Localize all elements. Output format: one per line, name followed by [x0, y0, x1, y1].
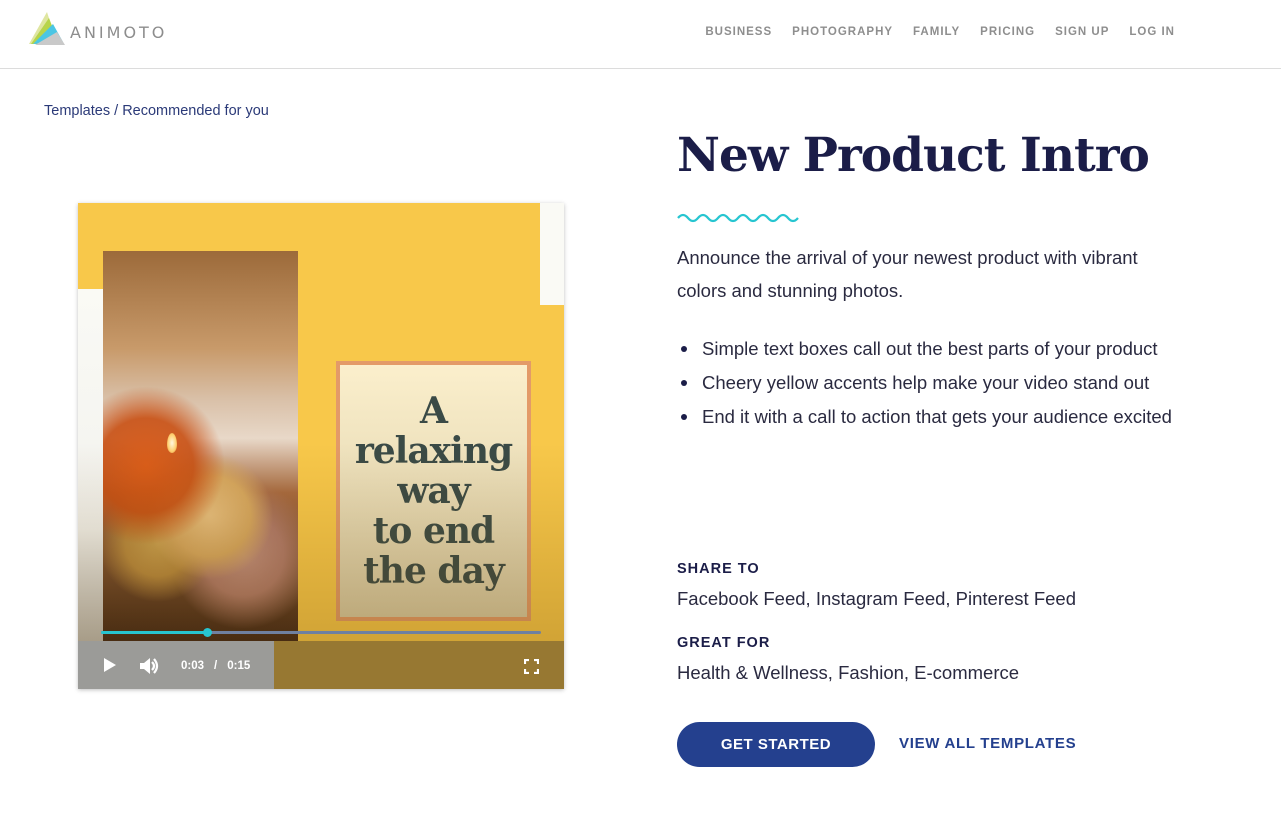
brand-name: ANIMOTO — [70, 22, 168, 42]
progress-knob[interactable] — [202, 628, 212, 637]
share-to-value: Facebook Feed, Instagram Feed, Pinterest… — [677, 588, 1076, 609]
time-separator: / — [214, 660, 218, 672]
animoto-logo-icon — [29, 12, 65, 45]
time-display: 0:03 / 0:15 — [181, 660, 250, 672]
breadcrumb-recommended[interactable]: Recommended for you — [122, 103, 269, 119]
nav-photography[interactable]: PHOTOGRAPHY — [792, 26, 893, 38]
nav-family[interactable]: FAMILY — [913, 26, 960, 38]
video-decor-bar — [78, 289, 104, 689]
video-decor-bar — [540, 203, 564, 305]
progress-fill — [101, 631, 207, 634]
share-to-label: SHARE TO — [677, 561, 760, 577]
feature-item: Cheery yellow accents help make your vid… — [677, 366, 1197, 400]
template-description: Announce the arrival of your newest prod… — [677, 247, 1138, 301]
nav-business[interactable]: BUSINESS — [705, 26, 772, 38]
feature-list: Simple text boxes call out the best part… — [677, 332, 1197, 434]
overlay-line: relaxing — [354, 430, 513, 472]
feature-item: Simple text boxes call out the best part… — [677, 332, 1197, 366]
great-for-value: Health & Wellness, Fashion, E-commerce — [677, 662, 1020, 683]
video-text-overlay: A relaxing way to end the day — [336, 361, 531, 621]
breadcrumb-separator: / — [110, 103, 123, 119]
breadcrumb: Templates / Recommended for you — [44, 103, 269, 119]
play-icon[interactable] — [104, 658, 116, 672]
great-for-label: GREAT FOR — [677, 635, 771, 651]
get-started-button[interactable]: GET STARTED — [677, 722, 875, 767]
breadcrumb-templates[interactable]: Templates — [44, 103, 110, 119]
nav-sign-up[interactable]: SIGN UP — [1055, 26, 1109, 38]
animoto-logo[interactable]: ANIMOTO — [27, 12, 167, 46]
feature-item: End it with a call to action that gets y… — [677, 400, 1197, 434]
volume-icon[interactable] — [139, 657, 161, 675]
candle-flame — [167, 433, 177, 453]
video-player[interactable]: A relaxing way to end the day 0:03 / 0:15 — [78, 203, 564, 689]
nav-pricing[interactable]: PRICING — [980, 26, 1035, 38]
overlay-line: the day — [363, 550, 505, 592]
overlay-line: to end — [372, 510, 495, 552]
squiggle-divider — [677, 213, 799, 223]
view-all-templates-link[interactable]: VIEW ALL TEMPLATES — [899, 735, 1076, 752]
controls-background — [274, 641, 564, 689]
main-nav: BUSINESS PHOTOGRAPHY FAMILY PRICING SIGN… — [685, 26, 1175, 38]
nav-log-in[interactable]: LOG IN — [1129, 26, 1175, 38]
current-time: 0:03 — [181, 660, 205, 672]
duration: 0:15 — [227, 660, 251, 672]
overlay-line: way — [397, 470, 470, 512]
progress-bar[interactable] — [101, 628, 541, 637]
spa-candle-photo — [103, 251, 298, 641]
template-title: New Product Intro — [677, 128, 1150, 183]
overlay-line: A — [420, 390, 448, 432]
fullscreen-icon[interactable] — [524, 659, 539, 674]
site-header: ANIMOTO BUSINESS PHOTOGRAPHY FAMILY PRIC… — [0, 0, 1281, 69]
